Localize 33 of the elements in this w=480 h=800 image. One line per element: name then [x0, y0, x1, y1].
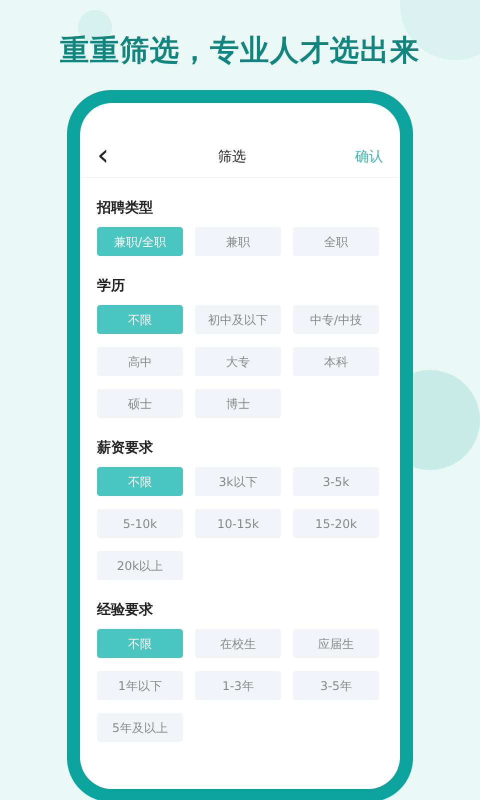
filter-option[interactable]: 本科 [293, 347, 379, 376]
section-title: 招聘类型 [97, 199, 154, 218]
filter-option[interactable]: 高中 [97, 347, 183, 376]
filter-option[interactable]: 20k以上 [97, 551, 183, 580]
confirm-button[interactable]: 确认 [355, 147, 383, 168]
filter-option[interactable]: 3-5k [293, 467, 379, 496]
filter-option[interactable]: 不限 [97, 629, 183, 658]
filter-option[interactable]: 不限 [97, 305, 183, 334]
filter-option[interactable]: 1年以下 [97, 671, 183, 700]
filter-option[interactable]: 5年及以上 [97, 713, 183, 742]
filter-option[interactable]: 全职 [293, 227, 379, 256]
filter-option[interactable]: 3-5年 [293, 671, 379, 700]
filter-option[interactable]: 大专 [195, 347, 281, 376]
section-title: 经验要求 [97, 601, 154, 620]
filter-option[interactable]: 应届生 [293, 629, 379, 658]
filter-option[interactable]: 兼职 [195, 227, 281, 256]
filter-option[interactable]: 博士 [195, 389, 281, 418]
filter-option[interactable]: 3k以下 [195, 467, 281, 496]
section-title: 薪资要求 [97, 439, 154, 458]
filter-option[interactable]: 兼职/全职 [97, 227, 183, 256]
filter-option[interactable]: 在校生 [195, 629, 281, 658]
section-title: 学历 [97, 277, 126, 296]
filter-option[interactable]: 硕士 [97, 389, 183, 418]
filter-option[interactable]: 初中及以下 [195, 305, 281, 334]
filter-option[interactable]: 中专/中技 [293, 305, 379, 334]
filter-option[interactable]: 10-15k [195, 509, 281, 538]
filter-option[interactable]: 5-10k [97, 509, 183, 538]
back-button[interactable]: ‹ [97, 140, 109, 170]
page-title: 筛选 [218, 148, 246, 167]
filter-option[interactable]: 1-3年 [195, 671, 281, 700]
headline: 重重筛选，专业人才选出来 [60, 33, 420, 67]
filter-option[interactable]: 不限 [97, 467, 183, 496]
filter-option[interactable]: 15-20k [293, 509, 379, 538]
